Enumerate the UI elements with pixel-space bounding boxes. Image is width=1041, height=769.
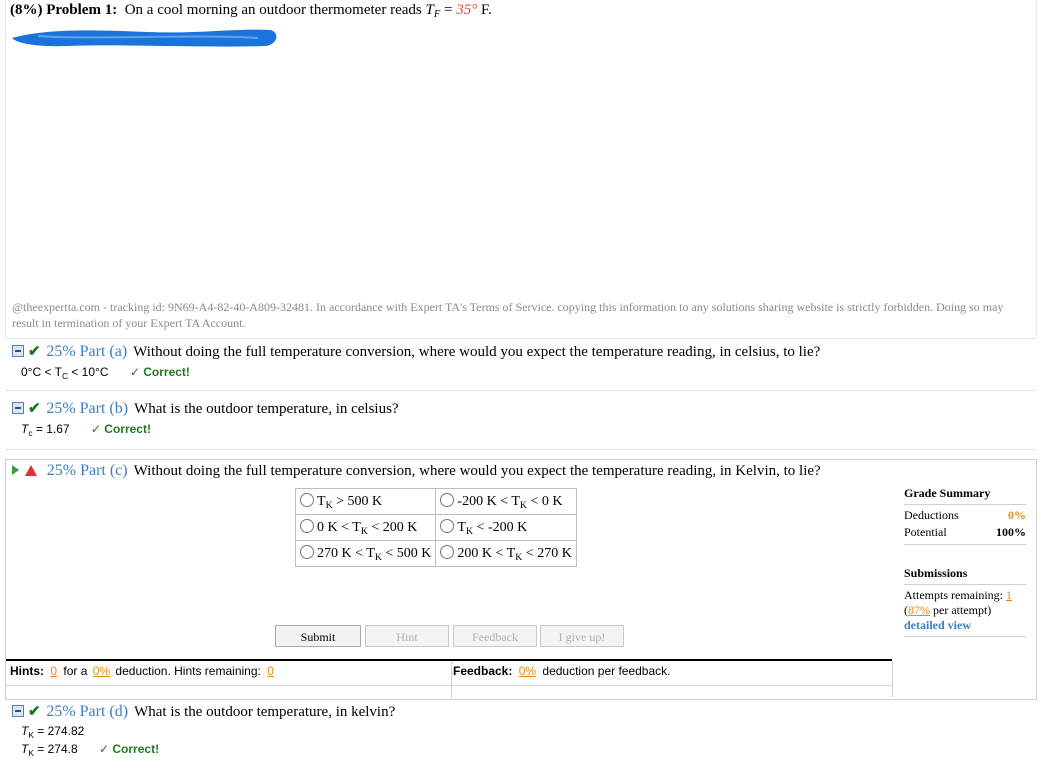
choice-2[interactable]: -200 K < TK < 0 K xyxy=(435,488,577,515)
per-attempt: (87% per attempt) xyxy=(904,603,992,617)
part-d-percent: 25% xyxy=(46,703,76,720)
part-d-header: ✔ 25% Part (d) What is the outdoor temper… xyxy=(12,702,395,721)
part-d-question: What is the outdoor temperature, in kelv… xyxy=(134,704,396,720)
radio-button[interactable] xyxy=(300,492,314,507)
detailed-view-link[interactable]: detailed view xyxy=(904,618,1026,633)
grade-summary: Grade Summary Deductions 0% Potential 100%… xyxy=(904,486,1026,640)
part-b-percent: 25% xyxy=(46,400,76,417)
part-d-answer-entered: TK = 274.82 xyxy=(21,724,85,740)
radio-button[interactable] xyxy=(440,518,455,533)
potential-label: Potential xyxy=(904,525,947,539)
panel-separator xyxy=(451,661,452,698)
feedback-deduction: 0% xyxy=(518,664,537,678)
hint-deduction: 0% xyxy=(92,664,111,678)
part-c-question: Without doing the full temperature conve… xyxy=(133,463,821,479)
part-b-label: Part (b) xyxy=(79,400,129,417)
hints-remaining: 0 xyxy=(267,664,274,678)
part-a-header: ✔ 25% Part (a) Without doing the full tem… xyxy=(12,342,820,361)
part-b-status: ✓ Correct! xyxy=(90,422,151,436)
part-a-percent: 25% xyxy=(46,343,76,360)
radio-button[interactable] xyxy=(440,544,455,559)
section-divider xyxy=(5,449,1036,450)
redaction-scribble xyxy=(12,29,277,47)
check-icon: ✔ xyxy=(28,344,41,360)
problem-number: Problem 1: xyxy=(46,2,118,18)
collapse-toggle-icon[interactable] xyxy=(12,705,24,717)
check-icon: ✔ xyxy=(28,704,41,720)
part-a-label: Part (a) xyxy=(79,343,128,360)
part-d-answer: TK = 274.8 ✓ Correct! xyxy=(21,742,160,758)
feedback-button[interactable]: Feedback xyxy=(453,625,537,647)
potential-value: 100% xyxy=(996,525,1026,539)
choice-3[interactable]: 0 K < TK < 200 K xyxy=(294,514,437,541)
choice-4[interactable]: TK < -200 K xyxy=(435,514,577,541)
part-a-answer: 0°C < TC < 10°C ✓ Correct! xyxy=(21,365,190,381)
expand-arrow-icon[interactable] xyxy=(12,465,19,475)
radio-button[interactable] xyxy=(440,492,455,507)
part-c-percent: 25% xyxy=(46,462,77,479)
part-d-status: ✓ Correct! xyxy=(99,742,160,756)
problem-title: (8%) Problem 1: On a cool morning an out… xyxy=(10,2,492,20)
part-c-label: Part (c) xyxy=(80,462,128,479)
part-a-question: Without doing the full temperature conve… xyxy=(133,344,821,360)
part-b-question: What is the outdoor temperature, in cels… xyxy=(134,401,399,417)
problem-statement: On a cool morning an outdoor thermometer… xyxy=(124,2,422,18)
part-d-label: Part (d) xyxy=(79,703,129,720)
grade-summary-title: Grade Summary xyxy=(904,486,991,500)
check-icon: ✔ xyxy=(28,401,41,417)
panel-rule xyxy=(6,685,892,686)
give-up-button[interactable]: I give up! xyxy=(540,625,624,647)
choice-1[interactable]: TK > 500 K xyxy=(294,488,437,515)
hint-button[interactable]: Hint xyxy=(365,625,449,647)
choice-5[interactable]: 270 K < TK < 500 K xyxy=(294,540,437,567)
problem-weight: (8%) xyxy=(10,2,43,18)
hints-info: Hints: 0 for a 0% deduction. Hints remai… xyxy=(10,664,277,678)
warning-icon xyxy=(25,465,37,476)
answer-choices: TK > 500 K -200 K < TK < 0 K 0 K < TK < … xyxy=(294,488,577,567)
tracking-notice: @theexpertta.com - tracking id: 9N69-A4-… xyxy=(12,300,1004,330)
hints-count: 0 xyxy=(50,664,58,678)
part-a-status: ✓ Correct! xyxy=(129,365,190,379)
attempts-value: 1 xyxy=(1005,588,1012,602)
submissions-title: Submissions xyxy=(904,566,968,580)
problem-box xyxy=(5,0,1037,338)
radio-button[interactable] xyxy=(300,544,314,559)
deductions-value: 0% xyxy=(1008,508,1026,522)
deductions-label: Deductions xyxy=(904,508,959,522)
part-b-header: ✔ 25% Part (b) What is the outdoor temper… xyxy=(12,399,399,418)
choice-6[interactable]: 200 K < TK < 270 K xyxy=(435,540,577,567)
part-b-answer: Tc = 1.67 ✓ Correct! xyxy=(21,422,151,438)
feedback-info: Feedback: 0% deduction per feedback. xyxy=(453,664,671,678)
submit-button[interactable]: Submit xyxy=(275,625,361,647)
part-c-header: 25% Part (c) Without doing the full tempe… xyxy=(12,462,821,480)
radio-button[interactable] xyxy=(300,518,314,533)
attempts-remaining: Attempts remaining: 1 xyxy=(904,588,1012,602)
section-divider xyxy=(5,390,1036,391)
section-divider xyxy=(5,338,1036,339)
problem-value: 35° xyxy=(456,2,478,18)
collapse-toggle-icon[interactable] xyxy=(12,345,24,357)
collapse-toggle-icon[interactable] xyxy=(12,402,24,414)
